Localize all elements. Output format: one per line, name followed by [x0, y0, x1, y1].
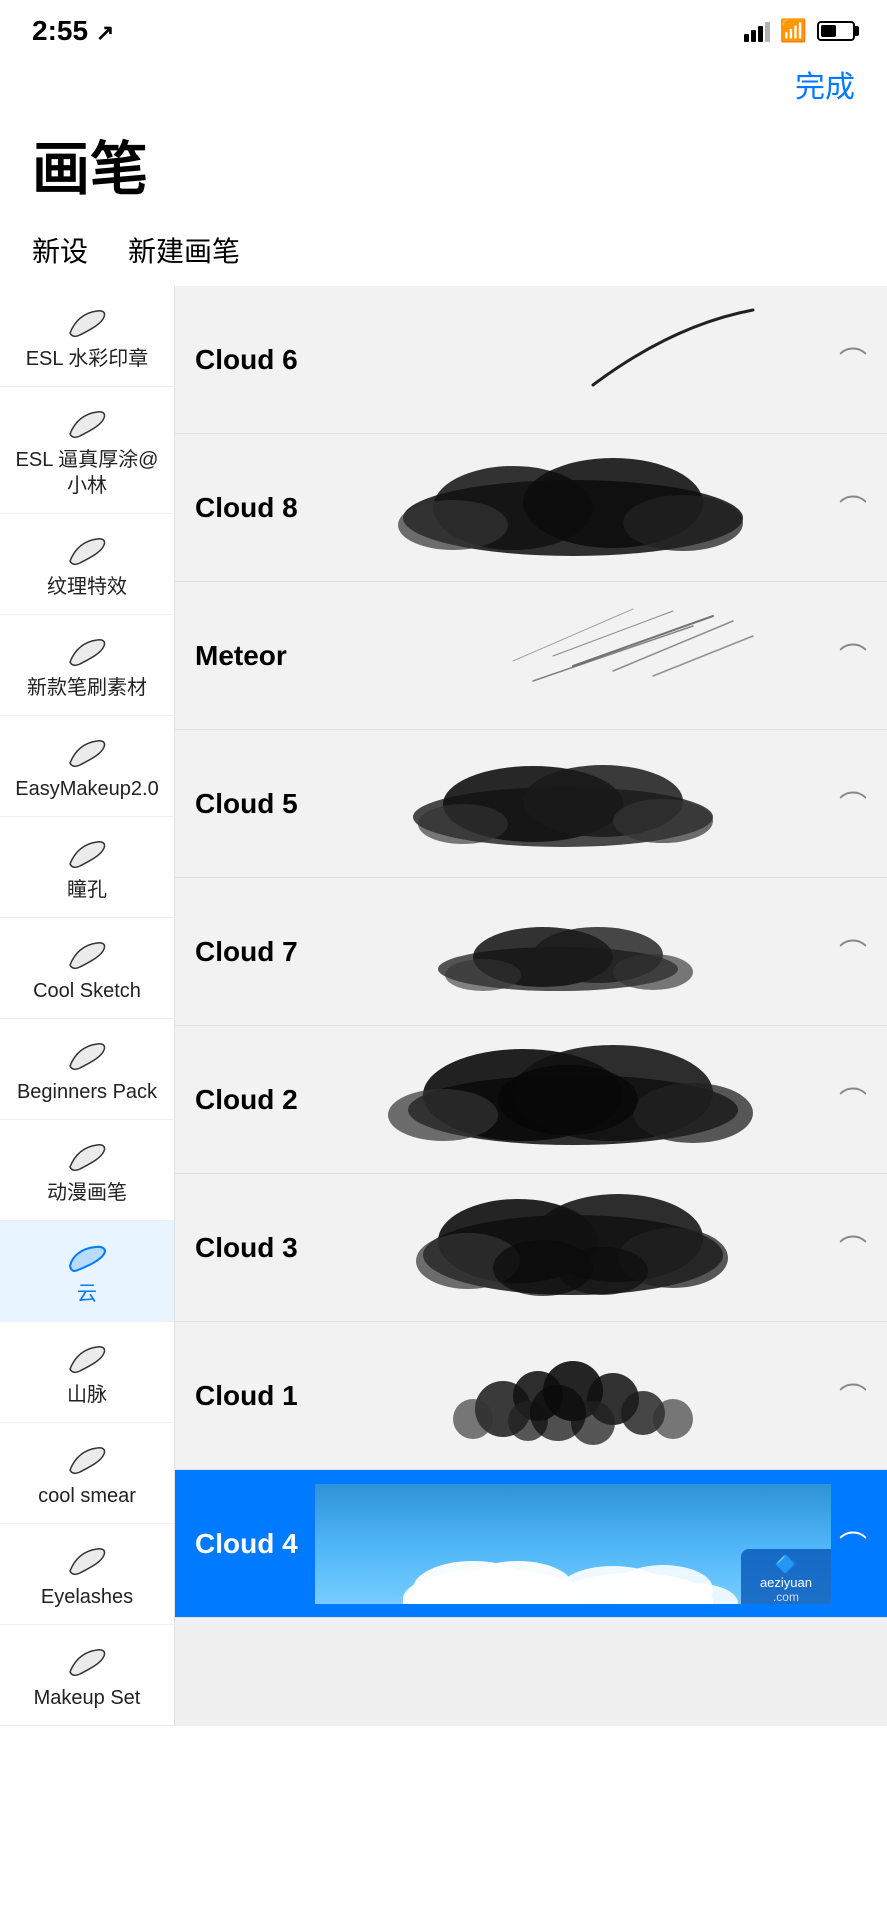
brush-row-cloud3[interactable]: Cloud 3 ⌒ [175, 1174, 887, 1322]
brush-detail-arrow-cloud2: ⌒ [839, 1080, 867, 1120]
sidebar-label-mountain: 山脉 [67, 1382, 107, 1408]
brush-detail-arrow-cloud8: ⌒ [839, 488, 867, 528]
sidebar-item-cloud[interactable]: 云 [0, 1221, 174, 1322]
brush-row-cloud2[interactable]: Cloud 2 ⌒ [175, 1026, 887, 1174]
sidebar-label-easy-makeup: EasyMakeup2.0 [15, 776, 158, 802]
brush-name-cloud8: Cloud 8 [195, 492, 315, 524]
sidebar: ESL 水彩印章 ESL 逼真厚涂@小林 纹理特效 新款笔刷素材 EasyMak… [0, 286, 175, 1726]
header: 完成 [0, 54, 887, 114]
sidebar-item-texture-effect[interactable]: 纹理特效 [0, 514, 174, 615]
done-button[interactable]: 完成 [795, 62, 855, 106]
sidebar-label-eyelashes: Eyelashes [41, 1584, 133, 1610]
brush-detail-arrow-cloud6: ⌒ [839, 340, 867, 380]
brush-icon-esl-watercolor [61, 302, 113, 342]
brush-icon-beginners-pack [61, 1035, 113, 1075]
brush-row-meteor[interactable]: Meteor ⌒ [175, 582, 887, 730]
brush-icon-esl-thick [61, 403, 113, 443]
brush-icon-texture-effect [61, 530, 113, 570]
sidebar-item-cool-smear[interactable]: cool smear [0, 1423, 174, 1524]
status-bar: 2:55 ↗ 📶 [0, 0, 887, 54]
brush-preview-meteor [315, 596, 831, 716]
brush-preview-cloud3 [315, 1188, 831, 1308]
sub-header: 新设 新建画笔 [0, 222, 887, 286]
brush-name-cloud3: Cloud 3 [195, 1232, 315, 1264]
brush-row-cloud7[interactable]: Cloud 7 ⌒ [175, 878, 887, 1026]
brush-row-cloud4[interactable]: Cloud 4 🔷 aeziyuan .com ⌒ [175, 1470, 887, 1618]
content-panel: Cloud 6 ⌒Cloud 8 ⌒Meteor ⌒Cloud 5 ⌒Cloud… [175, 286, 887, 1726]
sidebar-label-makeup-set: Makeup Set [34, 1685, 141, 1711]
sidebar-item-mountain[interactable]: 山脉 [0, 1322, 174, 1423]
sidebar-item-eyelashes[interactable]: Eyelashes [0, 1524, 174, 1625]
brush-name-cloud7: Cloud 7 [195, 936, 315, 968]
brush-name-cloud6: Cloud 6 [195, 344, 315, 376]
brush-row-cloud1[interactable]: Cloud 1 ⌒ [175, 1322, 887, 1470]
brush-preview-cloud6 [315, 300, 831, 420]
brush-icon-pupil [61, 833, 113, 873]
location-arrow-icon: ↗ [96, 20, 114, 45]
signal-icon [744, 20, 770, 42]
new-brush-button[interactable]: 新建画笔 [128, 230, 240, 270]
brush-preview-cloud1 [315, 1336, 831, 1456]
sidebar-item-cool-sketch[interactable]: Cool Sketch [0, 918, 174, 1019]
battery-icon [817, 21, 855, 41]
brush-name-cloud4: Cloud 4 [195, 1528, 315, 1560]
sidebar-label-cloud: 云 [77, 1281, 97, 1307]
brush-preview-cloud8 [315, 448, 831, 568]
sidebar-item-pupil[interactable]: 瞳孔 [0, 817, 174, 918]
sidebar-label-anime-brush: 动漫画笔 [47, 1180, 127, 1206]
brush-preview-cloud7 [315, 892, 831, 1012]
sidebar-item-beginners-pack[interactable]: Beginners Pack [0, 1019, 174, 1120]
brush-icon-cool-smear [61, 1439, 113, 1479]
status-time: 2:55 ↗ [32, 15, 114, 47]
brush-icon-easy-makeup [61, 732, 113, 772]
brush-detail-arrow-cloud7: ⌒ [839, 932, 867, 972]
brush-name-cloud1: Cloud 1 [195, 1380, 315, 1412]
brush-icon-new-brushes [61, 631, 113, 671]
brush-icon-cool-sketch [61, 934, 113, 974]
new-set-button[interactable]: 新设 [32, 230, 88, 270]
sidebar-item-easy-makeup[interactable]: EasyMakeup2.0 [0, 716, 174, 817]
brush-name-cloud2: Cloud 2 [195, 1084, 315, 1116]
sidebar-item-esl-watercolor[interactable]: ESL 水彩印章 [0, 286, 174, 387]
brush-row-cloud5[interactable]: Cloud 5 ⌒ [175, 730, 887, 878]
sidebar-label-cool-smear: cool smear [38, 1483, 136, 1509]
sidebar-item-makeup-set[interactable]: Makeup Set [0, 1625, 174, 1726]
brush-name-meteor: Meteor [195, 640, 315, 672]
main-layout: ESL 水彩印章 ESL 逼真厚涂@小林 纹理特效 新款笔刷素材 EasyMak… [0, 286, 887, 1726]
brush-icon-cloud [61, 1237, 113, 1277]
status-icons: 📶 [744, 18, 855, 44]
brush-detail-arrow-cloud3: ⌒ [839, 1228, 867, 1268]
brush-detail-arrow-cloud1: ⌒ [839, 1376, 867, 1416]
brush-row-cloud8[interactable]: Cloud 8 ⌒ [175, 434, 887, 582]
brush-name-cloud5: Cloud 5 [195, 788, 315, 820]
sidebar-label-esl-watercolor: ESL 水彩印章 [26, 346, 149, 372]
brush-row-cloud6[interactable]: Cloud 6 ⌒ [175, 286, 887, 434]
sidebar-item-anime-brush[interactable]: 动漫画笔 [0, 1120, 174, 1221]
brush-detail-arrow-cloud4: ⌒ [839, 1524, 867, 1564]
wifi-icon: 📶 [780, 18, 807, 44]
brush-preview-cloud5 [315, 744, 831, 864]
brush-icon-eyelashes [61, 1540, 113, 1580]
sidebar-item-new-brushes[interactable]: 新款笔刷素材 [0, 615, 174, 716]
sidebar-label-beginners-pack: Beginners Pack [17, 1079, 157, 1105]
brush-icon-makeup-set [61, 1641, 113, 1681]
brush-detail-arrow-cloud5: ⌒ [839, 784, 867, 824]
sidebar-label-pupil: 瞳孔 [67, 877, 107, 903]
time-display: 2:55 [32, 15, 88, 46]
brush-icon-mountain [61, 1338, 113, 1378]
sidebar-label-esl-thick: ESL 逼真厚涂@小林 [8, 447, 166, 499]
brush-detail-arrow-meteor: ⌒ [839, 636, 867, 676]
sidebar-label-new-brushes: 新款笔刷素材 [27, 675, 147, 701]
sidebar-item-esl-thick[interactable]: ESL 逼真厚涂@小林 [0, 387, 174, 514]
sidebar-label-texture-effect: 纹理特效 [47, 574, 127, 600]
brush-icon-anime-brush [61, 1136, 113, 1176]
brush-preview-cloud4: 🔷 aeziyuan .com [315, 1484, 831, 1604]
sidebar-label-cool-sketch: Cool Sketch [33, 978, 141, 1004]
page-title: 画笔 [0, 114, 887, 222]
brush-preview-cloud2 [315, 1040, 831, 1160]
